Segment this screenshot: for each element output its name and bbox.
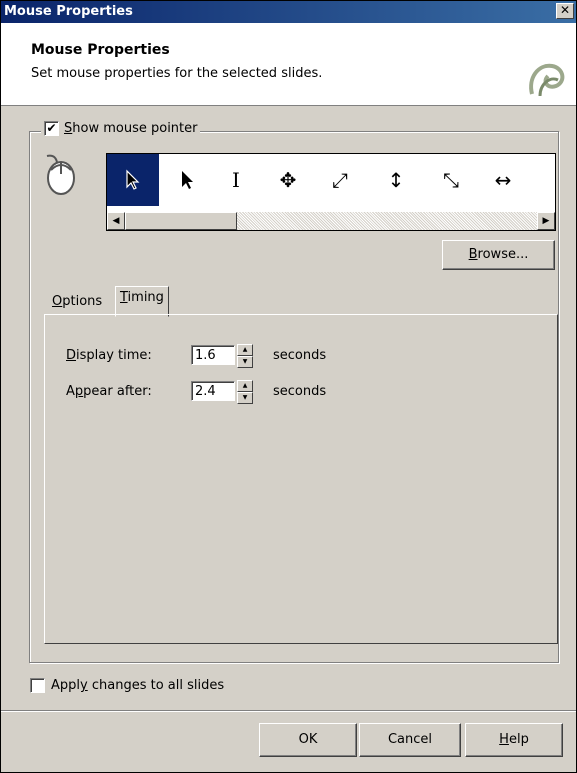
resize-nwse-cursor-icon: ⤡ bbox=[443, 168, 459, 192]
increment-icon[interactable]: ▲ bbox=[237, 380, 253, 392]
tab-options[interactable]: Options bbox=[48, 291, 106, 315]
mouse-properties-dialog: Mouse Properties ✕ Mouse Properties Set … bbox=[0, 0, 577, 773]
scroll-right-button[interactable]: ▶ bbox=[537, 212, 555, 230]
appear-after-input[interactable]: 2.4 bbox=[191, 381, 235, 401]
dialog-header: Mouse Properties Set mouse properties fo… bbox=[1, 23, 576, 106]
header-title: Mouse Properties bbox=[31, 42, 170, 58]
pointer-list[interactable]: I ✥ ⤢ ↕ ⤡ ↔ ◀ ▶ bbox=[106, 153, 556, 231]
arrow-cursor-icon bbox=[126, 169, 140, 190]
resize-horizontal-cursor-icon: ↔ bbox=[494, 168, 512, 192]
ibeam-cursor-icon: I bbox=[232, 168, 240, 192]
resize-vertical-cursor-icon: ↕ bbox=[387, 168, 405, 192]
display-time-unit: seconds bbox=[273, 348, 327, 363]
appear-after-stepper[interactable]: ▲ ▼ bbox=[237, 380, 253, 404]
apply-all-checkbox[interactable] bbox=[30, 678, 45, 693]
ok-button[interactable]: OK bbox=[259, 723, 357, 757]
footer-divider bbox=[1, 710, 576, 712]
resize-nesw-cursor-icon: ⤢ bbox=[332, 168, 348, 192]
window-title: Mouse Properties bbox=[4, 4, 133, 19]
mouse-icon bbox=[46, 154, 75, 195]
app-logo-icon bbox=[529, 63, 565, 97]
pointer-resize-horizontal[interactable]: ↔ bbox=[477, 154, 529, 206]
display-time-label: Display time: bbox=[66, 348, 152, 363]
show-pointer-label: Show mouse pointer bbox=[64, 121, 198, 136]
browse-button[interactable]: Browse... bbox=[442, 240, 555, 270]
apply-all-row[interactable]: Apply changes to all slides bbox=[30, 678, 224, 693]
close-button[interactable]: ✕ bbox=[556, 3, 574, 19]
timing-tab-panel bbox=[44, 314, 558, 644]
scroll-thumb[interactable] bbox=[125, 212, 237, 230]
title-bar[interactable]: Mouse Properties ✕ bbox=[1, 1, 576, 23]
header-subtitle: Set mouse properties for the selected sl… bbox=[31, 66, 323, 81]
appear-after-label: Appear after: bbox=[66, 384, 152, 399]
pointer-list-scrollbar[interactable]: ◀ ▶ bbox=[107, 212, 555, 230]
pointer-arrow-selected[interactable] bbox=[107, 154, 159, 206]
show-pointer-checkbox-row[interactable]: ✔ Show mouse pointer bbox=[41, 121, 201, 136]
decrement-icon[interactable]: ▼ bbox=[237, 392, 253, 404]
pointer-resize-vertical[interactable]: ↕ bbox=[370, 154, 422, 206]
pointer-resize-nesw[interactable]: ⤢ bbox=[314, 154, 366, 206]
display-time-stepper[interactable]: ▲ ▼ bbox=[237, 344, 253, 368]
scroll-left-button[interactable]: ◀ bbox=[107, 212, 125, 230]
pointer-move[interactable]: ✥ bbox=[262, 154, 314, 206]
move-cursor-icon: ✥ bbox=[279, 168, 297, 192]
pointer-ibeam[interactable]: I bbox=[210, 154, 262, 206]
arrow-cursor-icon bbox=[182, 171, 193, 189]
increment-icon[interactable]: ▲ bbox=[237, 344, 253, 356]
pointer-arrow[interactable] bbox=[162, 154, 214, 206]
display-time-input[interactable]: 1.6 bbox=[191, 345, 235, 365]
appear-after-unit: seconds bbox=[273, 384, 327, 399]
cancel-button[interactable]: Cancel bbox=[359, 723, 461, 757]
tab-timing[interactable]: Timing bbox=[115, 286, 169, 317]
apply-all-label: Apply changes to all slides bbox=[51, 678, 225, 693]
decrement-icon[interactable]: ▼ bbox=[237, 356, 253, 368]
show-pointer-checkbox[interactable]: ✔ bbox=[44, 121, 59, 136]
help-button[interactable]: Help bbox=[465, 723, 563, 757]
pointer-resize-nwse[interactable]: ⤡ bbox=[425, 154, 477, 206]
